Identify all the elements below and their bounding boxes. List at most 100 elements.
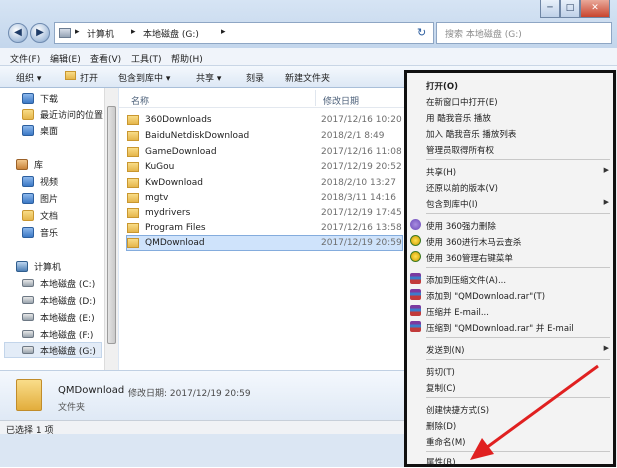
- column-header-date[interactable]: 修改日期: [323, 94, 359, 107]
- menu-separator: [426, 359, 610, 360]
- nav-item-pictures[interactable]: 图片: [22, 190, 58, 206]
- menu-item-cut[interactable]: 剪切(T): [407, 363, 613, 378]
- winrar-icon: [410, 289, 421, 300]
- drive-icon: [22, 346, 34, 354]
- column-header-name[interactable]: 名称: [131, 94, 149, 107]
- table-row[interactable]: GameDownload 2017/12/16 11:08: [127, 144, 404, 160]
- forward-button[interactable]: ▶: [30, 23, 50, 43]
- context-menu: 打开(O) 在新窗口中打开(E) 用 酷我音乐 播放 加入 酷我音乐 播放列表 …: [404, 70, 616, 468]
- table-row[interactable]: 360Downloads 2017/12/16 10:20: [127, 112, 404, 128]
- menu-item-share[interactable]: 共享(H) ▶: [407, 163, 613, 178]
- menu-item-rename[interactable]: 重命名(M): [407, 433, 613, 448]
- desktop-icon: [22, 124, 34, 136]
- nav-item-downloads[interactable]: 下载: [22, 90, 58, 106]
- nav-item-music[interactable]: 音乐: [22, 224, 58, 240]
- menu-item-include-library[interactable]: 包含到库中(I) ▶: [407, 195, 613, 210]
- scrollbar-thumb[interactable]: [107, 106, 116, 344]
- table-row[interactable]: mydrivers 2017/12/19 17:45: [127, 205, 404, 221]
- nav-item-libraries[interactable]: 库: [16, 156, 43, 172]
- nav-item-drive-d[interactable]: 本地磁盘 (D:): [22, 292, 96, 308]
- table-row[interactable]: Program Files 2017/12/16 13:58: [127, 220, 404, 236]
- table-row[interactable]: mgtv 2018/3/11 14:16: [127, 190, 404, 206]
- folder-icon: [127, 131, 139, 141]
- music-icon: [22, 226, 34, 238]
- maximize-button[interactable]: □: [560, 0, 580, 18]
- table-row[interactable]: KuGou 2017/12/19 20:52: [127, 159, 404, 175]
- breadcrumb-separator[interactable]: ▸: [131, 27, 136, 37]
- details-type: 文件夹: [58, 403, 86, 413]
- burn-button[interactable]: 刻录: [246, 71, 264, 84]
- menu-item-kuwo-play[interactable]: 用 酷我音乐 播放: [407, 109, 613, 124]
- menu-file[interactable]: 文件(F): [10, 52, 40, 65]
- details-name: QMDownload: [58, 385, 125, 396]
- column-headers: 名称 修改日期: [119, 88, 404, 108]
- menu-item-properties[interactable]: 属性(R): [407, 453, 613, 468]
- menu-tools[interactable]: 工具(T): [131, 52, 162, 65]
- table-row-selected[interactable]: QMDownload 2017/12/19 20:59: [126, 235, 403, 251]
- breadcrumb-separator[interactable]: ▸: [75, 27, 80, 37]
- breadcrumb-separator[interactable]: ▸: [221, 27, 226, 37]
- share-button[interactable]: 共享 ▾: [196, 71, 221, 84]
- folder-icon: [127, 193, 139, 203]
- menu-item-add-archive[interactable]: 添加到压缩文件(A)...: [407, 271, 613, 286]
- file-list: 名称 修改日期 360Downloads 2017/12/16 10:20 Ba…: [119, 88, 404, 370]
- nav-pane-scrollbar[interactable]: [104, 88, 118, 370]
- menu-item-compress-email[interactable]: 压缩并 E-mail...: [407, 303, 613, 318]
- menu-item-take-ownership[interactable]: 管理员取得所有权: [407, 141, 613, 156]
- submenu-arrow-icon: ▶: [603, 198, 609, 206]
- breadcrumb-computer[interactable]: 计算机: [87, 27, 114, 40]
- menu-help[interactable]: 帮助(H): [171, 52, 203, 65]
- download-folder-icon: [22, 92, 34, 104]
- nav-item-drive-g[interactable]: 本地磁盘 (G:): [4, 342, 102, 358]
- nav-item-videos[interactable]: 视频: [22, 173, 58, 189]
- open-icon: [65, 71, 76, 80]
- title-bar: ─ □ ✕ ◀ ▶ ▸ 计算机 ▸ 本地磁盘 (G:) ▸ ↻ 搜索 本地磁盘 …: [0, 0, 617, 48]
- include-in-library-button[interactable]: 包含到库中 ▾: [118, 71, 170, 84]
- menu-item-send-to[interactable]: 发送到(N) ▶: [407, 341, 613, 356]
- back-button[interactable]: ◀: [8, 23, 28, 43]
- nav-item-computer[interactable]: 计算机: [16, 258, 61, 274]
- menu-item-open[interactable]: 打开(O): [407, 77, 613, 92]
- close-button[interactable]: ✕: [580, 0, 610, 18]
- nav-item-drive-c[interactable]: 本地磁盘 (C:): [22, 275, 95, 291]
- menu-item-delete[interactable]: 删除(D): [407, 417, 613, 432]
- folder-icon: [127, 238, 139, 248]
- nav-item-drive-e[interactable]: 本地磁盘 (E:): [22, 309, 95, 325]
- menu-item-360-force-delete[interactable]: 使用 360强力删除: [407, 217, 613, 232]
- nav-item-desktop[interactable]: 桌面: [22, 122, 58, 138]
- menu-item-360-manage-menu[interactable]: 使用 360管理右键菜单: [407, 249, 613, 264]
- table-row[interactable]: BaiduNetdiskDownload 2018/2/1 8:49: [127, 128, 404, 144]
- folder-icon: [127, 115, 139, 125]
- menu-separator: [426, 337, 610, 338]
- drive-icon: [22, 296, 34, 304]
- nav-item-documents[interactable]: 文档: [22, 207, 58, 223]
- table-row[interactable]: KwDownload 2018/2/10 13:27: [127, 175, 404, 191]
- menu-edit[interactable]: 编辑(E): [50, 52, 81, 65]
- address-bar[interactable]: ▸ 计算机 ▸ 本地磁盘 (G:) ▸ ↻: [54, 22, 434, 44]
- search-input[interactable]: 搜索 本地磁盘 (G:): [436, 22, 612, 44]
- menu-item-add-rar[interactable]: 添加到 "QMDownload.rar"(T): [407, 287, 613, 302]
- menu-item-create-shortcut[interactable]: 创建快捷方式(S): [407, 401, 613, 416]
- new-folder-button[interactable]: 新建文件夹: [285, 71, 330, 84]
- nav-item-drive-f[interactable]: 本地磁盘 (F:): [22, 326, 93, 342]
- breadcrumb-drive-g[interactable]: 本地磁盘 (G:): [143, 27, 199, 40]
- open-button[interactable]: 打开: [80, 71, 98, 84]
- submenu-arrow-icon: ▶: [603, 166, 609, 174]
- winrar-icon: [410, 273, 421, 284]
- menu-item-360-trojan-scan[interactable]: 使用 360进行木马云查杀: [407, 233, 613, 248]
- drive-icon: [22, 313, 34, 321]
- menu-separator: [426, 213, 610, 214]
- column-divider[interactable]: [315, 90, 316, 106]
- menu-item-kuwo-playlist[interactable]: 加入 酷我音乐 播放列表: [407, 125, 613, 140]
- menu-item-restore-versions[interactable]: 还原以前的版本(V): [407, 179, 613, 194]
- menu-item-compress-rar-email[interactable]: 压缩到 "QMDownload.rar" 并 E-mail: [407, 319, 613, 334]
- status-bar: 已选择 1 项: [0, 420, 404, 436]
- minimize-button[interactable]: ─: [540, 0, 560, 18]
- organize-button[interactable]: 组织 ▾: [16, 71, 41, 84]
- nav-item-recent[interactable]: 最近访问的位置: [22, 106, 103, 122]
- menu-item-open-new-window[interactable]: 在新窗口中打开(E): [407, 93, 613, 108]
- 360-delete-icon: [410, 219, 421, 230]
- refresh-icon[interactable]: ↻: [417, 26, 426, 39]
- menu-item-copy[interactable]: 复制(C): [407, 379, 613, 394]
- menu-view[interactable]: 查看(V): [90, 52, 121, 65]
